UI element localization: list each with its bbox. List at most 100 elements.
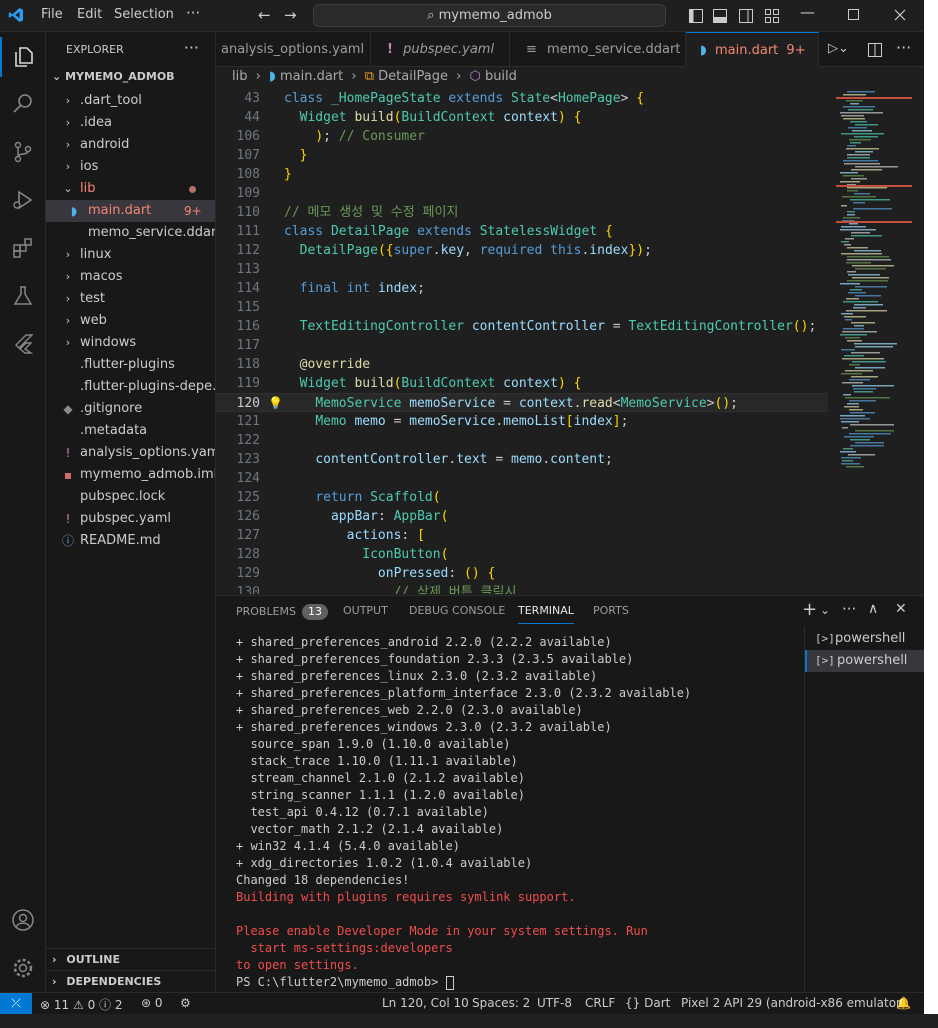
code-line[interactable]: 125 return Scaffold(: [216, 488, 828, 507]
tree-item-metadata[interactable]: .metadata: [46, 420, 215, 442]
indentation-status[interactable]: Spaces: 2: [472, 996, 530, 1010]
terminal-output[interactable]: + shared_preferences_android 2.2.0 (2.2.…: [236, 634, 796, 992]
tree-item-main-dart[interactable]: ◗ main.dart 9+: [46, 200, 215, 222]
tree-item-dart-tool[interactable]: › .dart_tool: [46, 90, 215, 112]
tab-main-dart[interactable]: ◗ main.dart 9+ ✕: [686, 32, 819, 67]
tab-output[interactable]: OUTPUT: [343, 604, 388, 617]
command-search-box[interactable]: ⌕ mymemo_admob: [313, 4, 666, 27]
tree-item-windows[interactable]: › windows: [46, 332, 215, 354]
device-status[interactable]: Pixel 2 API 29 (android-x86 emulator): [681, 996, 906, 1010]
tree-item-macos[interactable]: › macos: [46, 266, 215, 288]
breadcrumb-class[interactable]: DetailPage: [378, 69, 448, 84]
toggle-secondary-sidebar-icon[interactable]: [738, 8, 754, 24]
breadcrumb-method[interactable]: build: [485, 69, 517, 84]
tab-debug-console[interactable]: DEBUG CONSOLE: [409, 604, 505, 617]
code-line[interactable]: 118 @override: [216, 355, 828, 374]
debug-status-icon[interactable]: ⚙: [180, 996, 191, 1010]
forward-arrow-icon[interactable]: →: [284, 6, 297, 24]
run-debug-activity[interactable]: [0, 180, 46, 220]
tab-problems[interactable]: PROBLEMS 13: [236, 604, 329, 620]
more-menu-icon[interactable]: ···: [186, 4, 200, 22]
code-line[interactable]: 121 Memo memo = memoService.memoList[ind…: [216, 412, 828, 431]
menu-file[interactable]: File: [41, 7, 63, 22]
code-line[interactable]: 110 // 메모 생성 및 수정 페이지: [216, 203, 828, 222]
back-arrow-icon[interactable]: ←: [258, 6, 271, 24]
tree-item-mymemo-admob-iml[interactable]: ▪ mymemo_admob.iml: [46, 464, 215, 486]
code-line[interactable]: 113: [216, 260, 828, 279]
explorer-activity[interactable]: [0, 37, 46, 77]
outline-section[interactable]: › OUTLINE: [46, 948, 215, 970]
toggle-sidebar-icon[interactable]: [688, 8, 704, 24]
close-window-icon[interactable]: [894, 9, 906, 21]
code-line[interactable]: 107 }: [216, 146, 828, 165]
breadcrumb-file[interactable]: main.dart: [280, 69, 343, 84]
tree-item-pubspec-yaml[interactable]: ! pubspec.yaml: [46, 508, 215, 530]
tree-item-web[interactable]: › web: [46, 310, 215, 332]
tree-item-android[interactable]: › android: [46, 134, 215, 156]
code-line[interactable]: 124: [216, 469, 828, 488]
tree-item-gitignore[interactable]: ◆ .gitignore: [46, 398, 215, 420]
notifications-bell-icon[interactable]: 🔔: [896, 996, 911, 1010]
tree-item-ios[interactable]: › ios: [46, 156, 215, 178]
lightbulb-icon[interactable]: 💡: [268, 394, 283, 413]
code-line[interactable]: 114 final int index;: [216, 279, 828, 298]
code-line[interactable]: 127 actions: [: [216, 526, 828, 545]
tree-item-memo-service-ddart[interactable]: memo_service.ddart: [46, 222, 215, 244]
tree-item-readme-md[interactable]: ⓘ README.md: [46, 530, 215, 552]
code-line[interactable]: 130 // 삭제 버튼 클릭시: [216, 583, 828, 594]
tree-item-flutter-plugins-depe[interactable]: .flutter-plugins-depe...: [46, 376, 215, 398]
maximize-icon[interactable]: [848, 9, 860, 21]
cursor-position[interactable]: Ln 120, Col 10: [382, 996, 469, 1010]
tree-item-analysis-options-yaml[interactable]: ! analysis_options.yaml: [46, 442, 215, 464]
language-status[interactable]: {} Dart: [625, 996, 670, 1010]
tree-item-linux[interactable]: › linux: [46, 244, 215, 266]
tree-item-lib[interactable]: ⌄ lib: [46, 178, 215, 200]
menu-edit[interactable]: Edit: [77, 7, 102, 22]
code-line[interactable]: 123 contentController.text = memo.conten…: [216, 450, 828, 469]
tab-ports[interactable]: PORTS: [593, 604, 629, 617]
tab-analysis-options[interactable]: analysis_options.yaml: [216, 32, 371, 67]
code-line[interactable]: 109: [216, 184, 828, 203]
tab-memo-service[interactable]: ≡ memo_service.ddart: [510, 32, 686, 67]
breadcrumb-lib[interactable]: lib: [232, 69, 247, 84]
editor-more-icon[interactable]: ···: [896, 38, 911, 57]
code-editor[interactable]: 43 class _HomePageState extends State<Hom…: [216, 89, 924, 594]
remote-indicator[interactable]: ⤫: [0, 993, 32, 1015]
code-line[interactable]: 117: [216, 336, 828, 355]
code-line[interactable]: 120 💡 MemoService memoService = context.r…: [216, 393, 828, 412]
code-line[interactable]: 108}: [216, 165, 828, 184]
code-line[interactable]: 128 IconButton(: [216, 545, 828, 564]
tree-item-idea[interactable]: › .idea: [46, 112, 215, 134]
minimap[interactable]: [836, 89, 912, 594]
code-line[interactable]: 111 class DetailPage extends StatelessWid…: [216, 222, 828, 241]
explorer-more-icon[interactable]: ···: [184, 38, 199, 57]
encoding-status[interactable]: UTF-8: [537, 996, 572, 1010]
accounts-activity[interactable]: [0, 900, 46, 940]
workspace-root[interactable]: ⌄ MYMEMO_ADMOB: [52, 70, 175, 83]
run-debug-split-icon[interactable]: ▷⌄: [828, 41, 849, 56]
tree-item-pubspec-lock[interactable]: pubspec.lock: [46, 486, 215, 508]
eol-status[interactable]: CRLF: [585, 996, 615, 1010]
maximize-panel-icon[interactable]: ∧: [868, 601, 878, 617]
extensions-activity[interactable]: [0, 228, 46, 268]
close-panel-icon[interactable]: ✕: [895, 601, 907, 617]
code-line[interactable]: 115: [216, 298, 828, 317]
panel-more-icon[interactable]: ···: [842, 600, 856, 618]
code-line[interactable]: 122: [216, 431, 828, 450]
source-control-activity[interactable]: [0, 132, 46, 172]
code-line[interactable]: 116 TextEditingController contentControl…: [216, 317, 828, 336]
new-terminal-plus-icon[interactable]: +: [802, 599, 817, 620]
tree-item-flutter-plugins[interactable]: .flutter-plugins: [46, 354, 215, 376]
close-tab-icon[interactable]: ✕: [818, 43, 819, 58]
code-line[interactable]: 112 DetailPage({super.key, required this…: [216, 241, 828, 260]
split-editor-icon[interactable]: [868, 43, 882, 57]
code-line[interactable]: 129 onPressed: () {: [216, 564, 828, 583]
terminal-item-powershell-active[interactable]: [>] powershell: [805, 650, 925, 672]
toggle-panel-icon[interactable]: [712, 8, 728, 24]
ports-status[interactable]: ⊛ 0: [141, 996, 163, 1010]
code-line[interactable]: 126 appBar: AppBar(: [216, 507, 828, 526]
flutter-activity[interactable]: [0, 324, 46, 364]
code-line[interactable]: 106 ); // Consumer: [216, 127, 828, 146]
menu-selection[interactable]: Selection: [114, 7, 174, 22]
minimize-icon[interactable]: —: [800, 3, 815, 21]
